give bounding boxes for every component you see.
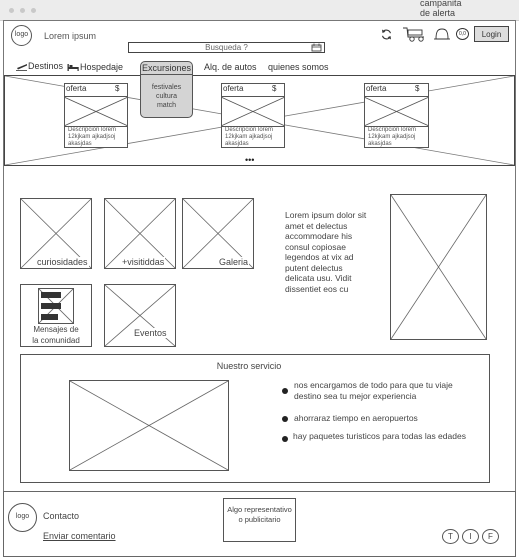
excursiones-dropdown[interactable]: Excursiones festivales cultura match bbox=[140, 61, 193, 118]
tile-label: Mensajes de la comunidad bbox=[32, 325, 80, 345]
social-twitter[interactable]: T bbox=[442, 529, 459, 544]
service-bullet: hay paquetes turisticos para todas las e… bbox=[293, 431, 466, 441]
window-dot-close[interactable] bbox=[9, 8, 14, 13]
lorem-paragraph: Lorem ipsum dolor sit amet et delectus a… bbox=[285, 210, 367, 294]
offer-description: Descripcion lorem 12kjkam ajkadjsoj akas… bbox=[225, 127, 274, 147]
footer-logo[interactable]: logo bbox=[8, 503, 37, 532]
service-bullet: ahorraraz tiempo en aeropuertos bbox=[294, 413, 418, 423]
footer-comment-link[interactable]: Enviar comentario bbox=[43, 531, 116, 541]
search-input[interactable]: Busqueda ? bbox=[128, 42, 325, 53]
search-placeholder: Busqueda ? bbox=[205, 43, 248, 52]
footer: logo Contacto Enviar comentario Algo rep… bbox=[3, 491, 516, 557]
tile-label: +visitiddas bbox=[121, 257, 166, 267]
social-facebook-icon: F bbox=[488, 532, 493, 541]
bed-icon bbox=[67, 64, 79, 71]
tile-curiosidades[interactable]: curiosidades bbox=[20, 198, 92, 269]
social-instagram[interactable]: I bbox=[462, 529, 479, 544]
login-button-label: Login bbox=[481, 30, 502, 39]
service-title: Nuestro servicio bbox=[216, 361, 282, 371]
nav-item-hospedaje[interactable]: Hospedaje bbox=[80, 62, 123, 72]
tile-galeria[interactable]: Galeria bbox=[182, 198, 254, 269]
offer-image-x bbox=[64, 97, 128, 126]
offer-title: oferta bbox=[223, 84, 244, 93]
messages-icon bbox=[38, 288, 74, 324]
offer-image-x bbox=[221, 97, 285, 126]
nav-item-alquiler-autos[interactable]: Alq. de autos bbox=[204, 62, 257, 72]
offer-card[interactable]: oferta $ Descripcion lorem 12kjkam ajkad… bbox=[221, 83, 285, 148]
search-icon[interactable] bbox=[311, 43, 322, 52]
plane-icon bbox=[16, 64, 27, 71]
service-bullet: nos encargamos de todo para que tu viaje… bbox=[294, 380, 453, 401]
footer-ad-box[interactable]: Algo representativo o publicitario bbox=[223, 498, 296, 542]
offer-price-symbol: $ bbox=[415, 84, 420, 93]
nav-item-destinos[interactable]: Destinos bbox=[28, 61, 63, 71]
tile-label: curiosidades bbox=[36, 257, 89, 267]
offer-title: oferta bbox=[366, 84, 387, 93]
offer-card[interactable]: oferta $ Descripcion lorem 12kjkam ajkad… bbox=[364, 83, 429, 148]
side-image-placeholder bbox=[390, 194, 487, 340]
tile-label: Eventos bbox=[133, 328, 168, 338]
refresh-icon[interactable] bbox=[380, 28, 393, 41]
service-image-x bbox=[70, 381, 228, 470]
window-dot-minimize[interactable] bbox=[20, 8, 25, 13]
service-section: Nuestro servicio nos encargamos de todo … bbox=[20, 354, 490, 483]
excursiones-dropdown-options[interactable]: festivales cultura match bbox=[141, 83, 192, 110]
counter-badge-text: 0,0 bbox=[459, 31, 466, 37]
bullet-dot bbox=[282, 416, 288, 422]
service-image-placeholder bbox=[69, 380, 229, 471]
tile-label: Galeria bbox=[218, 257, 250, 267]
social-facebook[interactable]: F bbox=[482, 529, 499, 544]
social-twitter-icon: T bbox=[448, 532, 453, 541]
bell-icon[interactable] bbox=[433, 27, 451, 42]
login-button[interactable]: Login bbox=[474, 26, 509, 42]
tile-eventos[interactable]: Eventos bbox=[104, 284, 176, 347]
bullet-dot bbox=[282, 436, 288, 442]
window-dot-maximize[interactable] bbox=[31, 8, 36, 13]
side-image-x bbox=[391, 195, 486, 339]
offer-image bbox=[64, 96, 128, 127]
nav-item-quienes-somos[interactable]: quienes somos bbox=[268, 62, 329, 72]
offer-title: oferta bbox=[66, 84, 87, 93]
header-logo[interactable]: logo bbox=[11, 25, 32, 46]
excursiones-dropdown-divider bbox=[141, 74, 192, 75]
cart-icon[interactable] bbox=[402, 27, 428, 42]
tile-visitadas[interactable]: +visitiddas bbox=[104, 198, 176, 269]
offer-description: Descripcion lorem 12kjkam ajkadjsoj akas… bbox=[68, 127, 117, 147]
header-logo-text: logo bbox=[14, 31, 29, 38]
offer-price-symbol: $ bbox=[272, 84, 277, 93]
footer-contact[interactable]: Contacto bbox=[43, 511, 79, 521]
footer-logo-text: logo bbox=[15, 513, 30, 520]
social-instagram-icon: I bbox=[469, 532, 472, 541]
footer-ad-text: Algo representativo o publicitario bbox=[227, 505, 292, 524]
carousel-dots[interactable]: ••• bbox=[245, 155, 254, 165]
excursiones-dropdown-header[interactable]: Excursiones bbox=[142, 63, 191, 73]
offer-card[interactable]: oferta $ Descripcion lorem 12kjkam ajkad… bbox=[64, 83, 128, 148]
tile-mensajes-comunidad[interactable]: Mensajes de la comunidad bbox=[20, 284, 92, 347]
offer-price-symbol: $ bbox=[115, 84, 120, 93]
offer-description: Descripcion lorem 12kjkam ajkadjsoj akas… bbox=[368, 127, 417, 147]
site-name: Lorem ipsum bbox=[44, 31, 97, 41]
offer-image bbox=[221, 96, 285, 127]
offer-image-x bbox=[364, 97, 429, 126]
messages-icon-x bbox=[39, 289, 73, 323]
alert-label: campanita de alerta bbox=[420, 0, 462, 18]
counter-badge[interactable]: 0,0 bbox=[456, 28, 469, 40]
offer-image bbox=[364, 96, 429, 127]
bullet-dot bbox=[282, 388, 288, 394]
